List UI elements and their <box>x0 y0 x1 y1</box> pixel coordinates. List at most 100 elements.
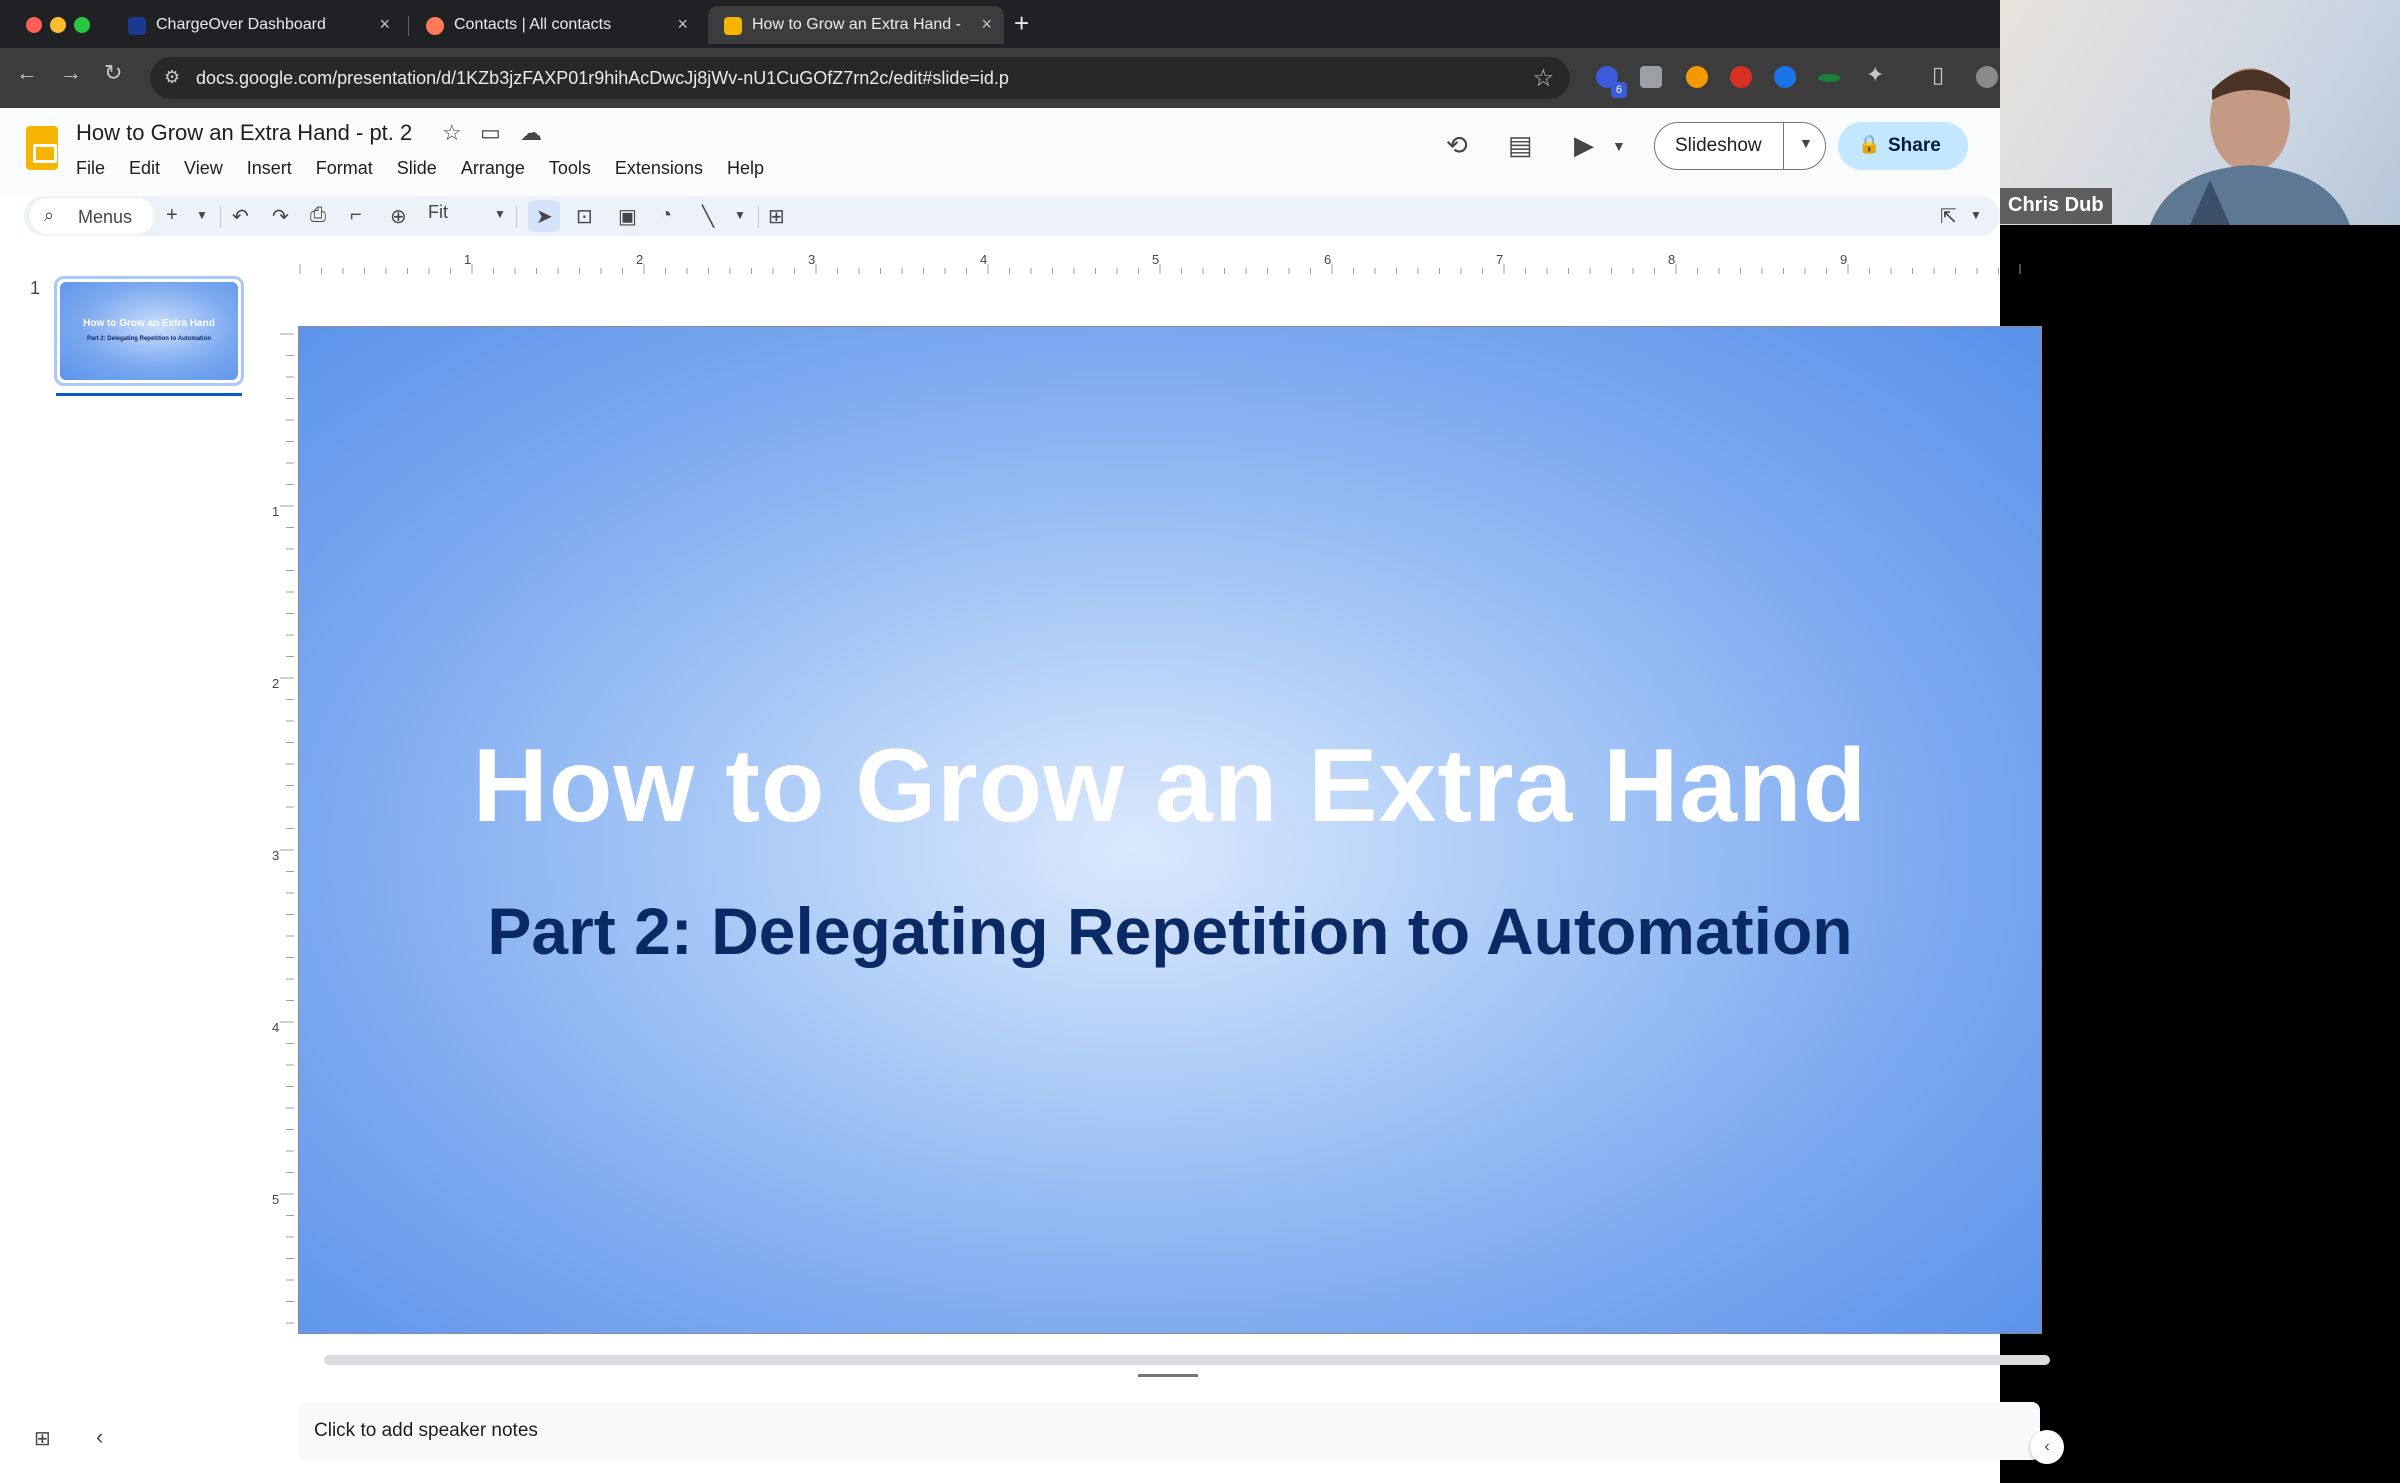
address-bar[interactable]: ⚙ docs.google.com/presentation/d/1KZb3jz… <box>150 57 1570 99</box>
text-box-icon[interactable]: ⊡ <box>576 204 593 229</box>
close-window-button[interactable] <box>26 17 42 33</box>
side-panel-icon[interactable]: ▯ <box>1932 62 1944 88</box>
menu-slide[interactable]: Slide <box>385 154 449 183</box>
thumbnail-title: How to Grow an Extra Hand <box>83 318 215 329</box>
share-label: Share <box>1888 135 1941 156</box>
extension-icon[interactable] <box>1686 66 1708 88</box>
forward-icon[interactable]: → <box>60 60 82 86</box>
new-slide-layout-chevron-icon[interactable]: ▼ <box>196 208 208 222</box>
url-text[interactable]: docs.google.com/presentation/d/1KZb3jzFA… <box>196 68 1009 89</box>
back-icon[interactable]: ← <box>16 60 38 86</box>
toolbar-divider <box>758 206 759 228</box>
ruler-label: 7 <box>1496 252 1504 267</box>
extension-icon[interactable] <box>1640 66 1662 88</box>
browser-window: ChargeOver Dashboard × Contacts | All co… <box>0 0 2064 1483</box>
tab-divider <box>408 16 409 36</box>
extension-icon[interactable] <box>1818 74 1840 82</box>
slide-thumbnail[interactable]: How to Grow an Extra Hand Part 2: Delega… <box>54 276 244 386</box>
bookmark-star-icon[interactable]: ☆ <box>1532 64 1554 93</box>
side-panel-expand-icon[interactable]: ‹ <box>2030 1430 2064 1464</box>
ruler-label: 6 <box>1324 252 1332 267</box>
ruler-label: 9 <box>1840 252 1848 267</box>
meet-camera-icon[interactable]: ▶ <box>1574 130 1594 161</box>
cloud-status-icon[interactable]: ☁ <box>520 120 542 146</box>
minimize-window-button[interactable] <box>50 17 66 33</box>
menu-file[interactable]: File <box>64 154 117 183</box>
notes-resize-handle[interactable] <box>1138 1374 1198 1377</box>
ruler-label: 2 <box>636 252 644 267</box>
ruler-label: 3 <box>272 848 280 863</box>
menu-tools[interactable]: Tools <box>537 154 603 183</box>
chevron-down-icon[interactable]: ▼ <box>1612 138 1626 154</box>
maximize-window-button[interactable] <box>74 17 90 33</box>
undo-icon[interactable]: ↶ <box>232 204 249 229</box>
menu-edit[interactable]: Edit <box>117 154 172 183</box>
profile-avatar[interactable] <box>1976 66 1998 88</box>
document-title[interactable]: How to Grow an Extra Hand - pt. 2 <box>76 120 412 146</box>
redo-icon[interactable]: ↷ <box>272 204 289 229</box>
horizontal-scrollbar[interactable] <box>324 1355 2050 1365</box>
slideshow-label: Slideshow <box>1675 135 1762 156</box>
new-slide-icon[interactable]: + <box>166 204 178 227</box>
line-icon[interactable]: ╲ <box>702 204 714 229</box>
menu-arrange[interactable]: Arrange <box>449 154 537 183</box>
reload-icon[interactable]: ↻ <box>104 60 122 86</box>
star-icon[interactable]: ☆ <box>442 120 462 146</box>
search-menus-input[interactable]: ⌕ Menus <box>30 198 154 234</box>
shape-icon[interactable]: ◔ <box>660 204 672 227</box>
print-icon[interactable]: ⎙ <box>310 204 326 227</box>
lock-icon: 🔒 <box>1858 134 1881 154</box>
image-icon[interactable]: ▣ <box>618 204 637 229</box>
close-tab-icon[interactable]: × <box>981 14 992 35</box>
chevron-down-icon[interactable]: ▼ <box>1970 208 1982 222</box>
tab-strip: ChargeOver Dashboard × Contacts | All co… <box>0 0 2000 48</box>
slide-canvas[interactable]: How to Grow an Extra Hand Part 2: Delega… <box>298 326 2042 1334</box>
pointer-mode-icon[interactable]: ⇱ <box>1940 204 1957 229</box>
slide-subtitle[interactable]: Part 2: Delegating Repetition to Automat… <box>299 893 2041 969</box>
version-history-icon[interactable]: ⟲ <box>1446 130 1468 161</box>
menu-help[interactable]: Help <box>715 154 776 183</box>
comments-icon[interactable]: ▤ <box>1508 130 1533 161</box>
menu-bar: File Edit View Insert Format Slide Arran… <box>64 154 776 183</box>
paint-format-icon[interactable]: ⌐ <box>350 204 362 227</box>
ruler-ticks <box>280 333 294 1324</box>
add-comment-icon[interactable]: ⊞ <box>768 204 785 229</box>
speaker-notes-panel[interactable]: Click to add speaker notes <box>298 1402 2040 1460</box>
tab-chargeover[interactable]: ChargeOver Dashboard × <box>112 6 402 44</box>
slideshow-options-icon[interactable]: ▼ <box>1799 135 1813 151</box>
collapse-filmstrip-icon[interactable]: ‹ <box>96 1424 103 1450</box>
vertical-ruler[interactable]: 1 2 3 4 5 <box>270 326 294 1336</box>
puzzle-extensions-icon[interactable]: ✦ <box>1866 62 1884 88</box>
ruler-label: 1 <box>272 504 280 519</box>
share-button[interactable]: 🔒 Share <box>1838 122 1968 170</box>
slides-logo-icon[interactable] <box>26 126 58 170</box>
screen-background <box>2080 225 2400 1483</box>
horizontal-ruler[interactable]: 1 2 3 4 5 6 7 8 9 <box>296 250 2036 274</box>
tab-contacts[interactable]: Contacts | All contacts × <box>410 6 700 44</box>
extension-icon[interactable] <box>1774 66 1796 88</box>
menu-insert[interactable]: Insert <box>235 154 304 183</box>
menu-extensions[interactable]: Extensions <box>603 154 715 183</box>
slide-title[interactable]: How to Grow an Extra Hand <box>299 727 2041 846</box>
ruler-ticks <box>299 264 2021 274</box>
slideshow-button[interactable]: Slideshow ▼ <box>1654 122 1826 170</box>
zoom-icon[interactable]: ⊕ <box>390 204 407 229</box>
new-tab-icon[interactable]: + <box>1014 8 1029 39</box>
close-tab-icon[interactable]: × <box>379 14 390 35</box>
browser-toolbar: ← → ↻ ⚙ docs.google.com/presentation/d/1… <box>0 48 2000 108</box>
close-tab-icon[interactable]: × <box>677 14 688 35</box>
zoom-select[interactable]: Fit ▼ <box>428 202 506 223</box>
ruler-label: 3 <box>808 252 816 267</box>
menu-view[interactable]: View <box>172 154 235 183</box>
selected-slide-indicator <box>56 393 242 396</box>
line-options-chevron-icon[interactable]: ▼ <box>734 208 746 222</box>
menu-format[interactable]: Format <box>304 154 385 183</box>
speaker-notes-placeholder: Click to add speaker notes <box>314 1420 538 1441</box>
cursor-icon: ➤ <box>536 206 553 228</box>
site-info-icon[interactable]: ⚙ <box>164 67 180 88</box>
move-folder-icon[interactable]: ▭ <box>480 120 501 146</box>
grid-view-icon[interactable]: ⊞ <box>34 1426 51 1451</box>
tab-slides[interactable]: How to Grow an Extra Hand - × <box>708 6 1004 44</box>
slides-header: How to Grow an Extra Hand - pt. 2 ☆ ▭ ☁ … <box>0 108 2000 196</box>
adblock-extension-icon[interactable] <box>1730 66 1752 88</box>
